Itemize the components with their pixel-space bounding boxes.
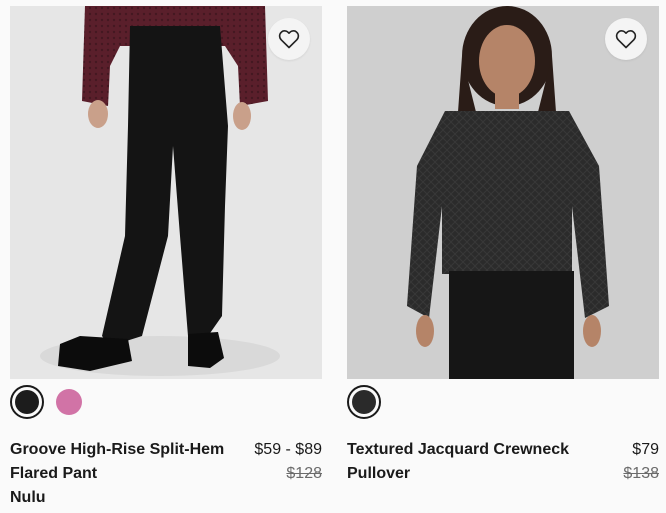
wishlist-button[interactable]	[268, 18, 310, 60]
original-price: $128	[286, 465, 322, 482]
sweater-model-photo	[347, 6, 659, 379]
color-swatches	[10, 385, 82, 419]
sale-price: $79	[632, 441, 659, 458]
original-price: $138	[623, 465, 659, 482]
product-name-line-2[interactable]: Flared Pant	[10, 462, 235, 486]
product-card-groove-pant[interactable]: Groove High-Rise Split-Hem Flared Pant N…	[10, 0, 322, 506]
product-info: Groove High-Rise Split-Hem Flared Pant N…	[10, 438, 322, 510]
product-name-line-1[interactable]: Textured Jacquard Crewneck	[347, 438, 572, 462]
product-image[interactable]	[347, 6, 659, 379]
price-block: $59 - $89 $128	[254, 438, 322, 486]
swatch-pink[interactable]	[56, 389, 82, 415]
product-name[interactable]: Groove High-Rise Split-Hem Flared Pant N…	[10, 438, 235, 510]
product-image[interactable]	[10, 6, 322, 379]
price-block: $79 $138	[623, 438, 659, 486]
product-info: Textured Jacquard Crewneck Pullover $79 …	[347, 438, 659, 486]
sale-price: $59 - $89	[254, 441, 322, 458]
heart-outline-icon	[615, 30, 637, 49]
product-name-line-3[interactable]: Nulu	[10, 486, 235, 510]
product-name[interactable]: Textured Jacquard Crewneck Pullover	[347, 438, 572, 486]
product-card-jacquard-crewneck[interactable]: Textured Jacquard Crewneck Pullover $79 …	[347, 0, 659, 482]
color-swatches	[347, 385, 381, 419]
swatch-black[interactable]	[347, 385, 381, 419]
pants-model-photo	[10, 6, 322, 379]
wishlist-button[interactable]	[605, 18, 647, 60]
product-name-line-1[interactable]: Groove High-Rise Split-Hem	[10, 438, 235, 462]
product-name-line-2[interactable]: Pullover	[347, 462, 572, 486]
swatch-black[interactable]	[10, 385, 44, 419]
heart-outline-icon	[278, 30, 300, 49]
